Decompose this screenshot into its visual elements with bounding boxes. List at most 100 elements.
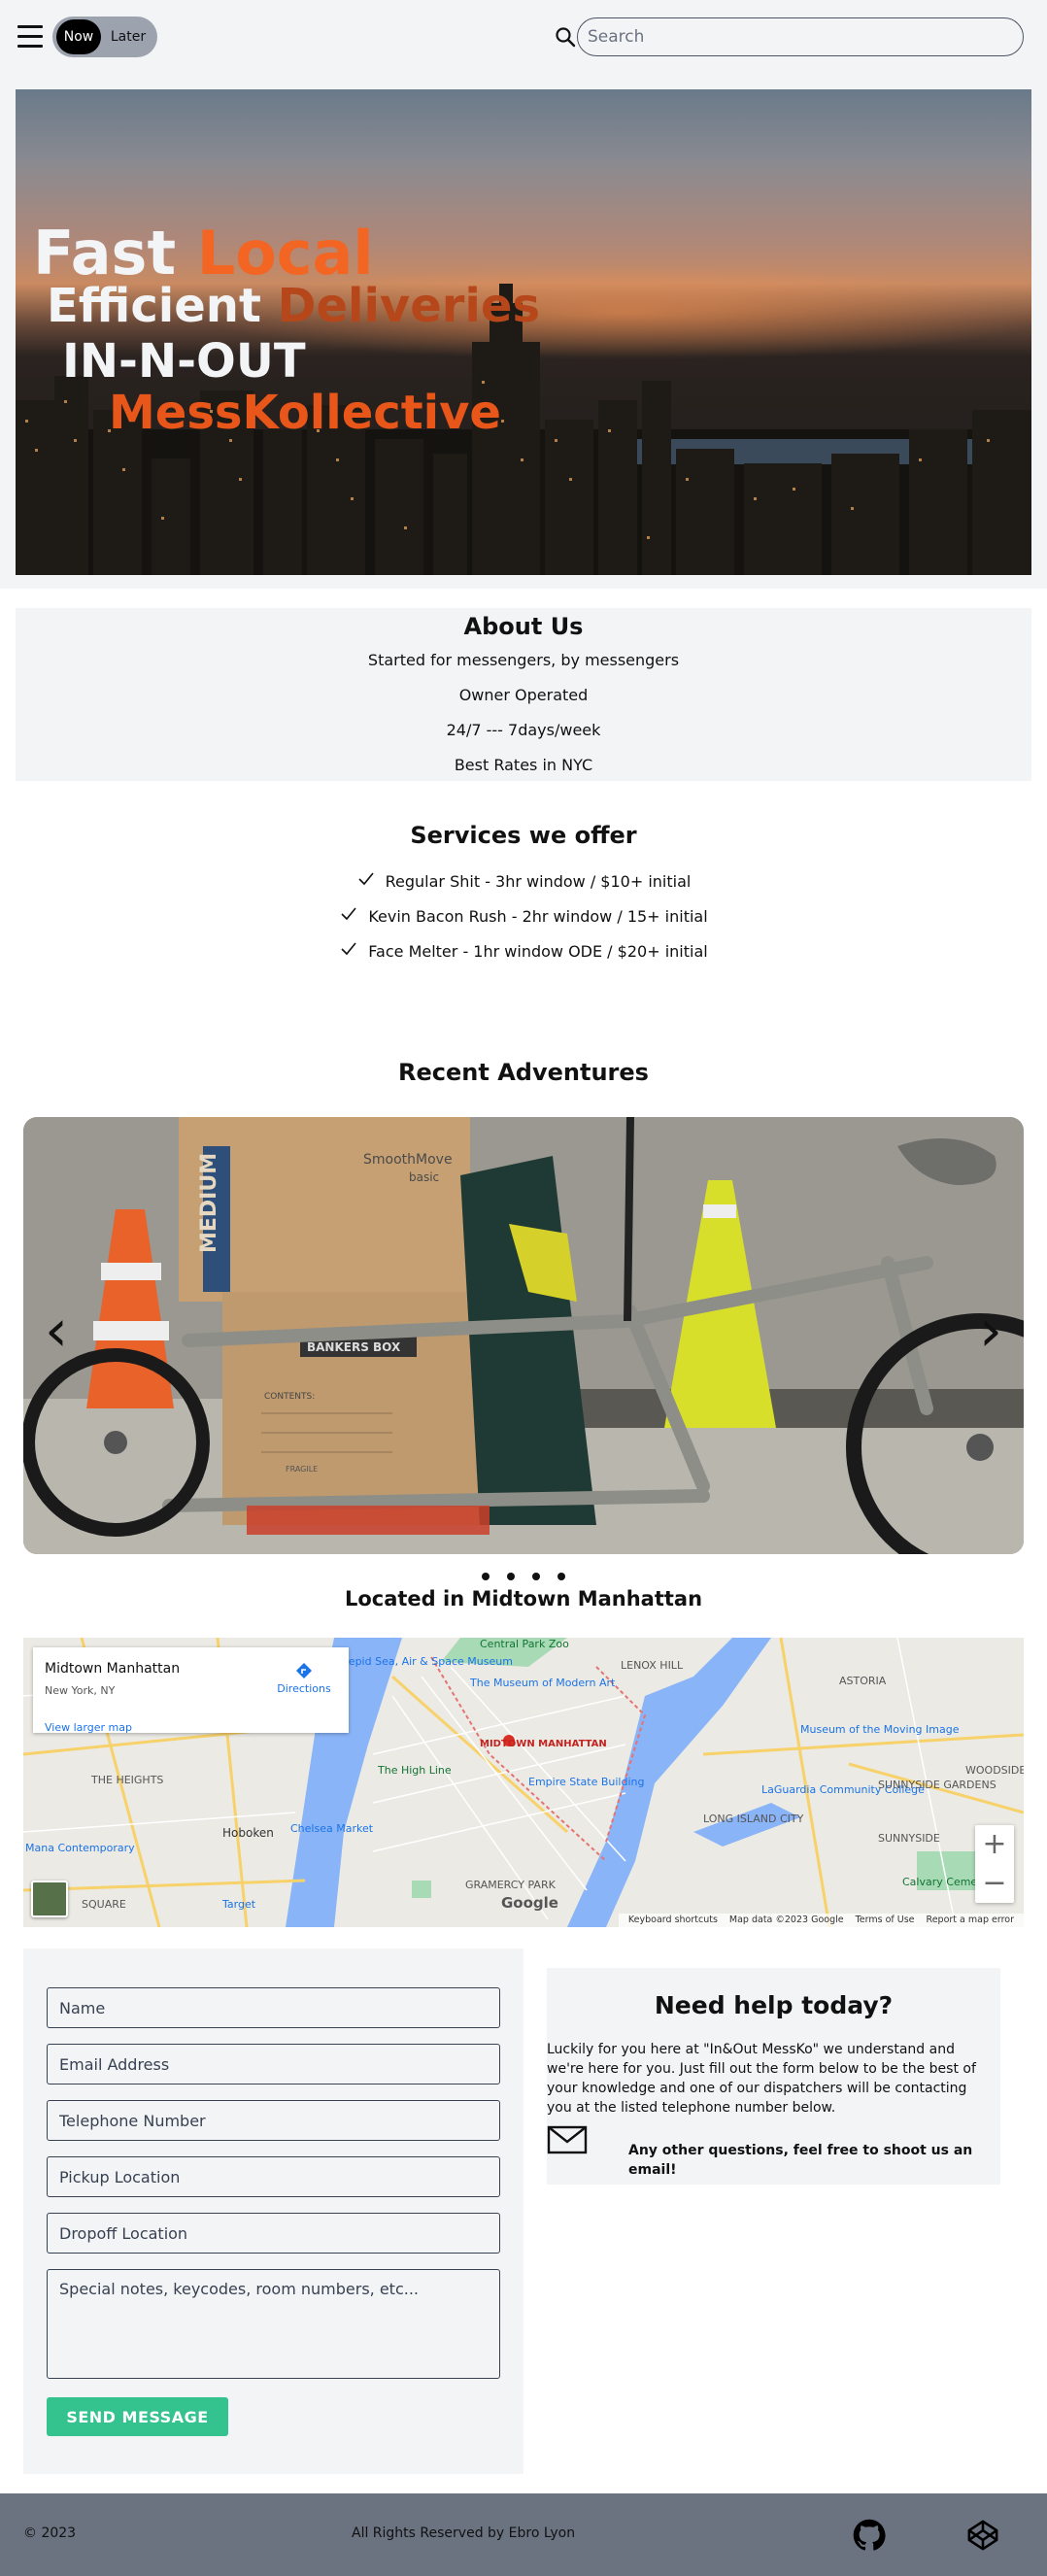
hero-word-efficient: Efficient bbox=[47, 279, 278, 333]
directions-label: Directions bbox=[277, 1682, 331, 1695]
google-logo: Google bbox=[501, 1894, 558, 1912]
view-larger-map-link[interactable]: View larger map bbox=[45, 1721, 132, 1734]
adventures-carousel[interactable]: MEDIUM SmoothMove basic BANKERS BOX CONT… bbox=[23, 1117, 1024, 1554]
about-title: About Us bbox=[463, 613, 584, 640]
map-label: The Museum of Modern Art bbox=[469, 1677, 616, 1689]
map-label: GRAMERCY PARK bbox=[465, 1879, 557, 1891]
keyboard-shortcuts-link[interactable]: Keyboard shortcuts bbox=[628, 1915, 718, 1925]
help-panel: Need help today? Luckily for you here at… bbox=[547, 1968, 1000, 2185]
service-item: Face Melter - 1hr window ODE / $20+ init… bbox=[0, 934, 1047, 969]
service-item: Regular Shit - 3hr window / $10+ initial bbox=[0, 864, 1047, 899]
dropoff-location-field[interactable] bbox=[47, 2213, 500, 2254]
map-label: THE HEIGHTS bbox=[90, 1774, 163, 1786]
hero-line-3: IN-N-OUT bbox=[62, 334, 306, 389]
report-error-link[interactable]: Report a map error bbox=[927, 1915, 1014, 1925]
github-icon[interactable] bbox=[853, 2519, 886, 2552]
map-label: The High Line bbox=[377, 1764, 452, 1777]
service-item: Kevin Bacon Rush - 2hr window / 15+ init… bbox=[0, 899, 1047, 934]
services-section: Services we offer Regular Shit - 3hr win… bbox=[0, 816, 1047, 969]
map-label: Hoboken bbox=[222, 1826, 274, 1840]
map-place-title: Midtown Manhattan bbox=[45, 1661, 181, 1677]
send-message-button[interactable]: SEND MESSAGE bbox=[47, 2397, 228, 2436]
pickup-location-field[interactable] bbox=[47, 2156, 500, 2197]
service-label: Regular Shit - 3hr window / $10+ initial bbox=[385, 872, 692, 891]
top-nav: Now Later bbox=[0, 0, 1047, 74]
check-icon bbox=[341, 942, 356, 956]
about-line: 24/7 --- 7days/week bbox=[446, 721, 601, 739]
map-label: Mana Contemporary bbox=[25, 1842, 135, 1854]
map-label: WOODSIDE bbox=[965, 1764, 1024, 1777]
toggle-later[interactable]: Later bbox=[103, 19, 153, 54]
map-label: SUNNYSIDE GARDENS bbox=[878, 1779, 996, 1791]
codepen-icon[interactable] bbox=[966, 2519, 999, 2552]
carousel-prev-button[interactable]: ‹ bbox=[45, 1302, 68, 1360]
map-zoom-controls: + − bbox=[975, 1825, 1014, 1903]
carousel-dot[interactable] bbox=[482, 1573, 490, 1580]
map-label: LENOX HILL bbox=[621, 1659, 684, 1672]
map-label: Museum of the Moving Image bbox=[800, 1723, 960, 1736]
map-label: MIDTOWN MANHATTAN bbox=[480, 1739, 607, 1749]
carousel-next-button[interactable]: › bbox=[979, 1302, 1002, 1360]
check-icon bbox=[341, 907, 356, 921]
carousel-dot[interactable] bbox=[532, 1573, 540, 1580]
hero-word-deliveries: Deliveries bbox=[277, 279, 541, 333]
map-label: Target bbox=[221, 1898, 256, 1911]
map-label: SQUARE bbox=[82, 1898, 126, 1911]
about-line: Started for messengers, by messengers bbox=[367, 651, 680, 669]
location-title: Located in Midtown Manhattan bbox=[344, 1587, 703, 1610]
directions-button[interactable]: Directions bbox=[275, 1661, 333, 1695]
box-sub-label: basic bbox=[409, 1170, 439, 1184]
carousel-dot[interactable] bbox=[507, 1573, 515, 1580]
search-input[interactable] bbox=[577, 17, 1024, 56]
contents-label: CONTENTS: bbox=[264, 1392, 315, 1402]
bankers-box-label: BANKERS BOX bbox=[307, 1340, 401, 1354]
map-footer: Keyboard shortcuts Map data ©2023 Google T… bbox=[618, 1914, 1024, 1927]
about-section: About Us Started for messengers, by mess… bbox=[16, 608, 1031, 781]
about-line: Best Rates in NYC bbox=[454, 756, 593, 774]
mail-icon[interactable] bbox=[547, 2123, 588, 2156]
rights-text: All Rights Reserved by Ebro Lyon bbox=[352, 2525, 576, 2541]
email-field[interactable] bbox=[47, 2044, 500, 2085]
help-email-note: Any other questions, feel free to shoot … bbox=[628, 2143, 973, 2178]
hero-line-2: Efficient Deliveries bbox=[47, 279, 540, 333]
box-brand-label: SmoothMove bbox=[363, 1152, 453, 1168]
name-field[interactable] bbox=[47, 1987, 500, 2028]
map-label: Empire State Building bbox=[528, 1776, 645, 1788]
toggle-now[interactable]: Now bbox=[56, 19, 101, 54]
terms-link[interactable]: Terms of Use bbox=[856, 1915, 915, 1925]
map-label: Central Park Zoo bbox=[480, 1638, 569, 1650]
services-title: Services we offer bbox=[410, 822, 637, 849]
check-icon bbox=[358, 872, 374, 886]
map-info-card: Midtown Manhattan New York, NY View larg… bbox=[33, 1647, 349, 1734]
map-label: LONG ISLAND CITY bbox=[703, 1813, 804, 1825]
copyright-text: © 2023 bbox=[23, 2525, 77, 2541]
telephone-field[interactable] bbox=[47, 2100, 500, 2141]
adventures-title: Recent Adventures bbox=[398, 1059, 649, 1086]
help-title: Need help today? bbox=[654, 1991, 894, 2019]
carousel-indicators bbox=[0, 1566, 1047, 1584]
hero-image: Fast Local Efficient Deliveries IN-N-OUT… bbox=[16, 89, 1031, 575]
contact-form: SEND MESSAGE bbox=[23, 1949, 524, 2474]
site-footer: © 2023 All Rights Reserved by Ebro Lyon bbox=[0, 2493, 1047, 2576]
now-later-toggle[interactable]: Now Later bbox=[52, 17, 157, 57]
zoom-in-button[interactable]: + bbox=[975, 1825, 1014, 1864]
special-notes-field[interactable] bbox=[47, 2269, 500, 2379]
map-label: Chelsea Market bbox=[290, 1822, 374, 1835]
carousel-slide-image: MEDIUM SmoothMove basic BANKERS BOX CONT… bbox=[23, 1117, 1024, 1554]
map-label: Intrepid Sea, Air & Space Museum bbox=[330, 1655, 513, 1668]
carousel-dot[interactable] bbox=[557, 1573, 565, 1580]
hero-line-4: MessKollective bbox=[109, 386, 501, 440]
about-line: Owner Operated bbox=[458, 686, 589, 704]
map-layer-toggle[interactable] bbox=[31, 1881, 68, 1917]
page: Now Later Search Fast Local Efficient De… bbox=[0, 0, 1047, 2576]
map-place-subtitle: New York, NY bbox=[45, 1684, 116, 1697]
help-body: Luckily for you here at "In&Out MessKo" … bbox=[547, 2042, 976, 2116]
map-data-credit: Map data ©2023 Google bbox=[728, 1915, 844, 1925]
hamburger-icon[interactable] bbox=[17, 25, 43, 49]
embedded-map[interactable]: Central Park Zoo Intrepid Sea, Air & Spa… bbox=[23, 1638, 1024, 1927]
zoom-out-button[interactable]: − bbox=[975, 1864, 1014, 1903]
search-icon[interactable] bbox=[554, 25, 577, 49]
map-label: ASTORIA bbox=[839, 1675, 887, 1687]
directions-icon bbox=[296, 1663, 312, 1678]
services-list: Regular Shit - 3hr window / $10+ initial… bbox=[0, 864, 1047, 969]
